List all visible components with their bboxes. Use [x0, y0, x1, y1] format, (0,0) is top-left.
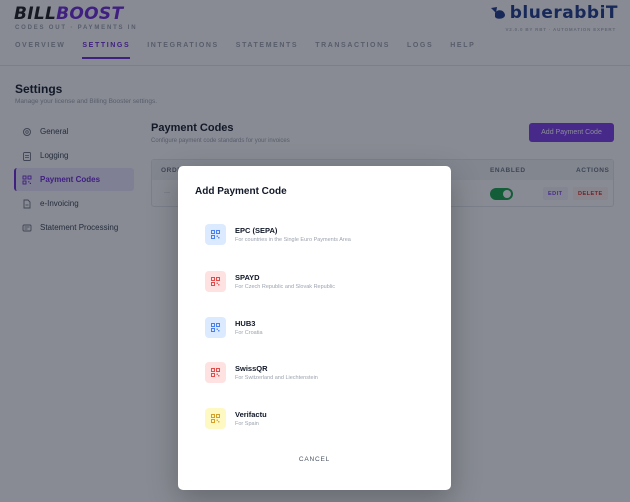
qr-code-icon	[205, 361, 226, 383]
option-description: For Croatia	[235, 329, 263, 336]
qr-code-icon	[205, 407, 226, 429]
option-description: For Switzerland and Liechtenstein	[235, 374, 318, 381]
option-swissqr[interactable]: SwissQR For Switzerland and Liechtenstei…	[195, 349, 434, 395]
option-name: SPAYD	[235, 272, 260, 282]
option-spayd[interactable]: SPAYD For Czech Republic and Slovak Repu…	[195, 258, 434, 304]
option-description: For countries in the Single Euro Payment…	[235, 236, 351, 243]
add-payment-code-modal: Add Payment Code EPC (SEPA) For countrie…	[178, 166, 451, 490]
qr-code-icon	[205, 270, 226, 292]
qr-code-icon	[205, 223, 226, 245]
option-hub3[interactable]: HUB3 For Croatia	[195, 304, 434, 350]
option-verifactu[interactable]: Verifactu For Spain	[195, 395, 434, 441]
option-name: SwissQR	[235, 363, 268, 373]
option-description: For Spain	[235, 420, 259, 427]
qr-code-icon	[205, 316, 226, 338]
option-name: Verifactu	[235, 409, 267, 419]
option-description: For Czech Republic and Slovak Republic	[235, 283, 335, 290]
option-name: HUB3	[235, 318, 256, 328]
modal-title: Add Payment Code	[195, 186, 287, 197]
cancel-button[interactable]: CANCEL	[178, 456, 451, 463]
option-name: EPC (SEPA)	[235, 225, 278, 235]
option-epc-sepa[interactable]: EPC (SEPA) For countries in the Single E…	[195, 211, 434, 257]
